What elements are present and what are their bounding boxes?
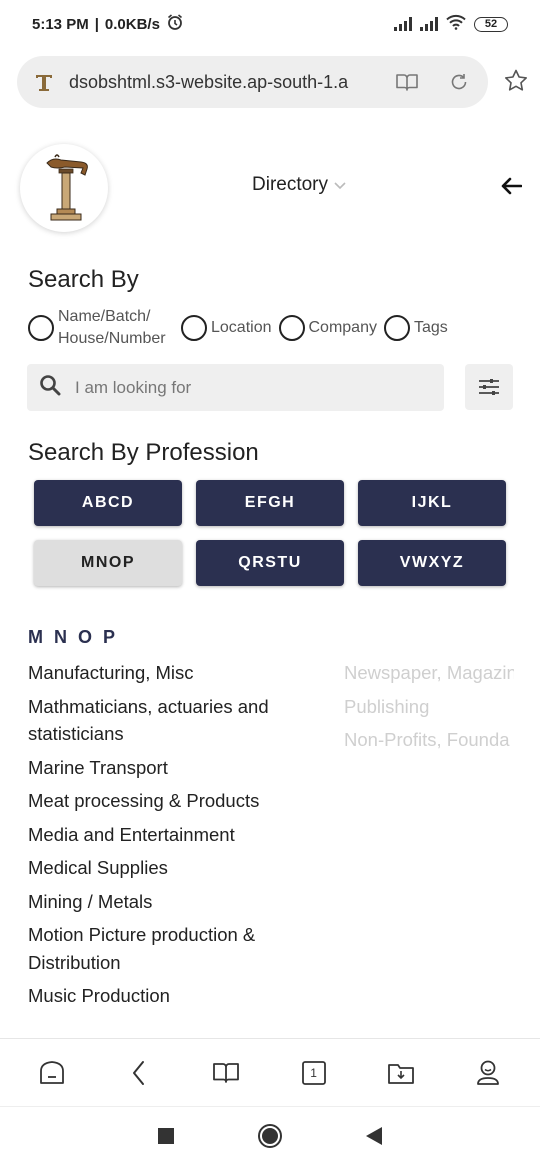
radio-button[interactable] (383, 315, 410, 341)
network-speed: 0.0KB/s (104, 15, 160, 33)
list-item[interactable]: Medical Supplies (28, 851, 318, 885)
radio-label: Company (308, 319, 377, 336)
signal-icon (394, 17, 412, 31)
reload-icon[interactable] (446, 69, 472, 95)
home-circle-icon[interactable] (257, 1123, 283, 1154)
profession-button-qrstu[interactable]: QRSTU (196, 540, 344, 586)
back-icon[interactable] (122, 1056, 156, 1090)
list-item[interactable]: Motion Picture production & Distribution (28, 918, 318, 979)
filter-button[interactable] (465, 364, 513, 410)
browser-bottom-nav: 1 (0, 1038, 540, 1106)
wifi-icon (446, 14, 466, 34)
home-icon[interactable] (35, 1056, 69, 1090)
status-left: 5:13 PM | 0.0KB/s (32, 13, 184, 35)
radio-company[interactable]: Company (278, 315, 377, 341)
profile-icon[interactable] (471, 1056, 505, 1090)
profession-title: Search By Profession (28, 439, 259, 466)
list-item[interactable]: Publishing (344, 690, 514, 724)
list-item[interactable]: Meat processing & Products (28, 784, 318, 818)
tabs-icon[interactable]: 1 (297, 1056, 331, 1090)
profession-button-mnop[interactable]: MNOP (34, 540, 182, 586)
bookmark-star-icon[interactable] (502, 67, 530, 95)
chevron-down-icon (334, 174, 346, 196)
profession-button-vwxyz[interactable]: VWXYZ (358, 540, 506, 586)
sliders-icon (479, 379, 499, 395)
search-icon (39, 374, 61, 401)
list-item[interactable]: Mining / Metals (28, 885, 318, 919)
directory-menu[interactable]: Directory (252, 174, 346, 196)
radio-location[interactable]: Location (181, 315, 272, 341)
site-logo[interactable] (20, 144, 108, 232)
radio-label: Name/Batch/ House/Number (58, 308, 166, 347)
alarm-icon (166, 13, 184, 35)
directory-menu-label: Directory (252, 174, 329, 195)
list-item[interactable]: Newspaper, Magazin (344, 656, 514, 690)
search-input[interactable] (75, 377, 405, 398)
status-bar: 5:13 PM | 0.0KB/s 52 (0, 0, 540, 48)
status-separator: | (94, 15, 99, 33)
radio-button[interactable] (278, 315, 305, 341)
radio-button[interactable] (28, 315, 54, 341)
battery-icon: 52 (474, 16, 508, 32)
profession-letter-grid: ABCD EFGH IJKL MNOP QRSTU VWXYZ (34, 480, 506, 586)
radio-button[interactable] (181, 315, 207, 341)
profession-button-abcd[interactable]: ABCD (34, 480, 182, 526)
profession-list-right: Newspaper, Magazin Publishing Non-Profit… (344, 656, 514, 757)
site-favicon-icon (33, 71, 55, 93)
list-item[interactable]: Manufacturing, Misc (28, 656, 318, 690)
list-item[interactable]: Non-Profits, Founda (344, 723, 514, 757)
back-triangle-icon[interactable] (365, 1126, 383, 1151)
search-box (27, 364, 444, 411)
search-by-title: Search By (28, 266, 139, 293)
back-arrow-icon[interactable] (498, 174, 524, 198)
list-item[interactable]: Mathmaticians, actuaries and statisticia… (28, 690, 318, 751)
list-item[interactable]: Music Production (28, 979, 318, 1013)
profession-button-ijkl[interactable]: IJKL (358, 480, 506, 526)
list-item[interactable]: Marine Transport (28, 751, 318, 785)
list-item[interactable]: Media and Entertainment (28, 818, 318, 852)
profession-button-efgh[interactable]: EFGH (196, 480, 344, 526)
bookmarks-icon[interactable] (209, 1056, 243, 1090)
tab-count: 1 (310, 1065, 317, 1080)
search-type-radio-group: Name/Batch/ House/Number Location Compan… (28, 306, 455, 350)
profession-list: Manufacturing, Misc Mathmaticians, actua… (28, 656, 318, 1013)
recents-square-icon[interactable] (157, 1127, 175, 1150)
downloads-icon[interactable] (384, 1056, 418, 1090)
system-nav-bar (0, 1106, 540, 1170)
reader-mode-icon[interactable] (394, 69, 420, 95)
url-text[interactable]: dsobshtml.s3-website.ap-south-1.a (69, 72, 368, 93)
radio-label: Location (211, 319, 272, 336)
letter-group-heading: MNOP (28, 627, 126, 647)
address-bar[interactable]: dsobshtml.s3-website.ap-south-1.a (17, 56, 488, 108)
radio-tags[interactable]: Tags (383, 315, 448, 341)
radio-name-batch[interactable]: Name/Batch/ House/Number (28, 306, 174, 350)
signal-icon (420, 17, 438, 31)
status-time: 5:13 PM (32, 15, 89, 33)
status-right: 52 (394, 14, 508, 34)
oil-lamp-logo-icon (46, 154, 88, 221)
radio-label: Tags (413, 319, 448, 336)
